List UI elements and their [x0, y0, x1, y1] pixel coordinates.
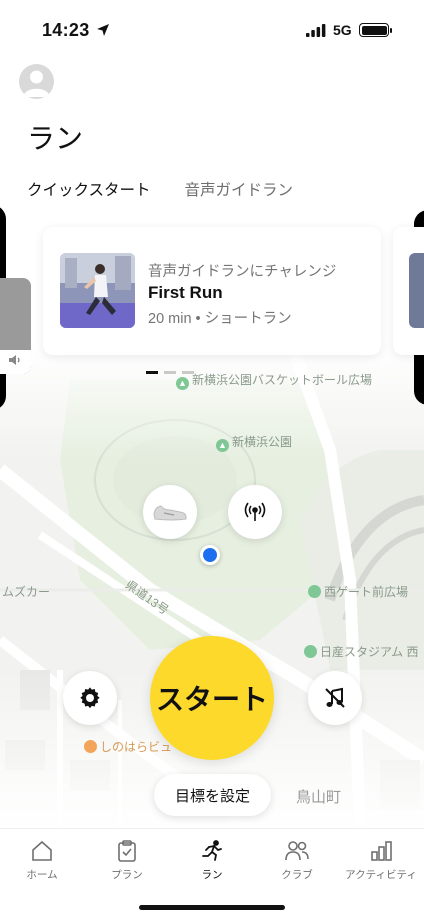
- map-fade-top: [0, 340, 424, 460]
- battery-tip: [390, 28, 392, 33]
- card-thumbnail: [60, 253, 135, 328]
- home-icon: [32, 840, 52, 861]
- map-label-stadium: 日産スタジアム 西: [304, 643, 419, 660]
- music-button[interactable]: [308, 671, 362, 725]
- page-title: ラン: [27, 123, 84, 154]
- current-location-marker: [200, 545, 220, 565]
- map-label-park: ▲ 新横浜公園: [216, 433, 292, 452]
- park-pin-icon: ▲: [216, 439, 229, 452]
- speaker-icon: [9, 355, 20, 365]
- tab-quick-start[interactable]: クイックスタート: [27, 178, 151, 200]
- nav-home[interactable]: ホーム: [0, 839, 84, 882]
- location-arrow-icon: [97, 24, 109, 36]
- nav-plan-label: プラン: [111, 869, 143, 881]
- set-goal-button[interactable]: 目標を設定: [154, 774, 271, 816]
- shoe-button[interactable]: [143, 485, 197, 539]
- signal-icon: [306, 24, 326, 37]
- battery-icon: [359, 23, 389, 37]
- map-label-district: 鳥山町: [296, 789, 342, 806]
- nav-run-label: ラン: [201, 869, 223, 881]
- tab-bar: クイックスタート 音声ガイドラン: [27, 178, 293, 200]
- tab-audio-guided-run[interactable]: 音声ガイドラン: [185, 178, 294, 200]
- shoe-icon: [153, 505, 187, 521]
- park-pin-icon: ▲: [176, 377, 189, 390]
- map-label-basketball: ▲ 新横浜公園バスケットボール広場: [176, 371, 372, 390]
- clipboard-icon: [118, 840, 136, 862]
- gear-icon: [80, 687, 100, 709]
- runner-icon: [202, 840, 222, 861]
- pager-dot: [182, 371, 194, 374]
- home-indicator: [139, 905, 285, 910]
- map-label-west-gate: 西ゲート前広場: [308, 583, 408, 600]
- map-label-left: ムズカー: [2, 585, 51, 599]
- people-icon: [285, 841, 309, 861]
- card-peek-next[interactable]: [393, 227, 424, 355]
- pager-dot: [164, 371, 176, 374]
- bar-chart-icon: [371, 841, 392, 861]
- avatar[interactable]: [19, 64, 54, 99]
- park-pin-icon: [304, 645, 317, 658]
- park-pin-icon: [308, 585, 321, 598]
- card-meta: 20 min • ショートラン: [148, 311, 292, 327]
- user-icon: [23, 70, 50, 97]
- status-time: 14:23: [42, 20, 90, 40]
- status-bar: 14:23 5G: [0, 0, 424, 60]
- card-subtitle: 音声ガイドランにチャレンジ: [148, 264, 337, 280]
- nav-run[interactable]: ラン: [170, 839, 254, 882]
- map-label-shop: しのはらビュ: [84, 738, 172, 755]
- nav-home-label: ホーム: [26, 869, 58, 881]
- card-pager: [146, 371, 194, 374]
- nav-plan[interactable]: プラン: [85, 839, 169, 882]
- broadcast-icon: [244, 502, 266, 521]
- guided-run-card[interactable]: 音声ガイドランにチャレンジ First Run 20 min • ショートラン: [43, 227, 381, 355]
- music-off-icon: [325, 687, 345, 708]
- card-title: First Run: [148, 283, 223, 302]
- pager-dot-active: [146, 371, 158, 374]
- nav-club[interactable]: クラブ: [255, 839, 339, 882]
- broadcast-button[interactable]: [228, 485, 282, 539]
- shop-pin-icon: [84, 740, 97, 753]
- network-type: 5G: [333, 22, 352, 38]
- nav-activity-label: アクティビティ: [345, 869, 417, 881]
- start-button[interactable]: スタート: [150, 636, 274, 760]
- nav-club-label: クラブ: [281, 869, 313, 881]
- settings-button[interactable]: [63, 671, 117, 725]
- nav-activity[interactable]: アクティビティ: [339, 839, 423, 882]
